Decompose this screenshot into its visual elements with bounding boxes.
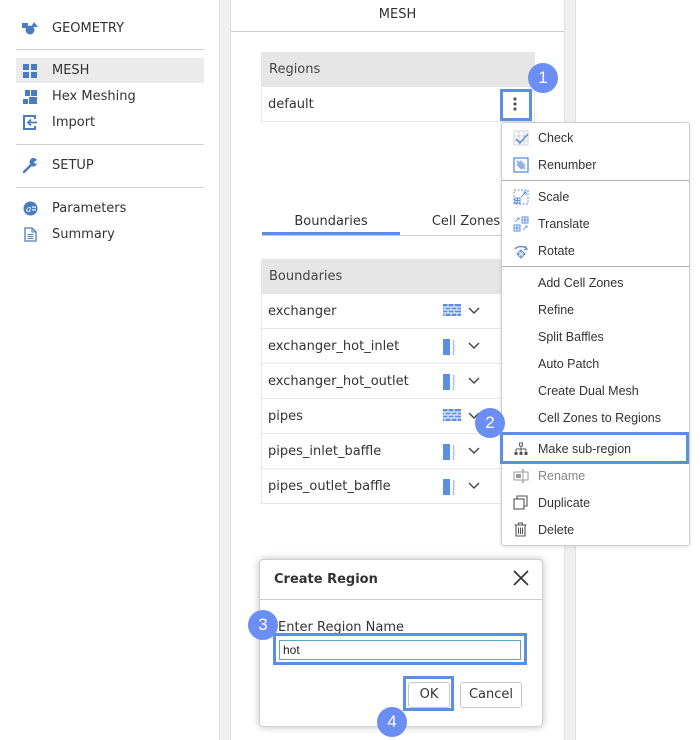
duplicate-icon xyxy=(512,494,529,511)
regions-header: Regions xyxy=(262,52,534,87)
sidebar-divider xyxy=(16,49,204,50)
chevron-down-icon[interactable] xyxy=(468,339,482,353)
context-menu: Check Renumber Scale Translate Rotate Ad… xyxy=(501,122,690,546)
chevron-down-icon[interactable] xyxy=(468,374,482,388)
step-badge-2: 2 xyxy=(475,408,505,438)
menu-item-check[interactable]: Check xyxy=(502,124,689,151)
grid-icon xyxy=(22,63,38,79)
tab-divider xyxy=(262,235,532,236)
sidebar-item-import[interactable]: Import xyxy=(16,110,204,135)
menu-item-scale[interactable]: Scale xyxy=(502,183,689,210)
parameters-icon: a xyxy=(22,201,38,217)
rotate-icon xyxy=(512,242,529,259)
menu-divider xyxy=(502,180,689,181)
menu-item-rename[interactable]: Rename xyxy=(502,462,689,489)
chevron-down-icon[interactable] xyxy=(468,304,482,318)
wall-icon xyxy=(443,304,461,318)
boundary-name: pipes_inlet_baffle xyxy=(268,443,382,459)
menu-item-auto-patch[interactable]: Auto Patch xyxy=(502,350,689,377)
cancel-button[interactable]: Cancel xyxy=(460,682,522,708)
boundary-name: exchanger_hot_inlet xyxy=(268,338,400,354)
translate-icon xyxy=(512,215,529,232)
chevron-down-icon[interactable] xyxy=(468,479,482,493)
dialog-title: Create Region xyxy=(274,572,378,587)
menu-item-cell-zones-to-regions[interactable]: Cell Zones to Regions xyxy=(502,404,689,431)
sidebar: GEOMETRY MESH Hex Meshing Import SETUP a… xyxy=(0,0,219,740)
region-row[interactable]: default xyxy=(262,87,534,122)
chevron-down-icon[interactable] xyxy=(468,444,482,458)
menu-divider xyxy=(502,266,689,267)
document-icon xyxy=(22,227,38,243)
step-2-highlight xyxy=(500,432,689,464)
sidebar-item-geometry[interactable]: GEOMETRY xyxy=(16,16,204,41)
svg-text:a: a xyxy=(26,205,31,215)
boundary-row[interactable]: pipes_inlet_baffle xyxy=(262,434,534,469)
scale-icon xyxy=(512,188,529,205)
step-1-highlight xyxy=(500,89,532,121)
boundaries-table: Boundaries exchanger exchanger_hot_inlete… xyxy=(261,259,535,504)
menu-item-create-dual-mesh[interactable]: Create Dual Mesh xyxy=(502,377,689,404)
hex-mesh-icon xyxy=(22,89,38,105)
sidebar-divider xyxy=(16,144,204,145)
step-4-highlight xyxy=(403,676,454,711)
wall-icon xyxy=(443,409,461,423)
boundary-row[interactable]: exchanger xyxy=(262,294,534,329)
sidebar-item-label: Hex Meshing xyxy=(52,89,136,104)
boundary-row[interactable]: pipes_outlet_baffle xyxy=(262,469,534,504)
sidebar-item-parameters[interactable]: a Parameters xyxy=(16,196,204,221)
panel-title: MESH xyxy=(231,0,564,32)
sidebar-item-label: MESH xyxy=(52,63,90,78)
shapes-icon xyxy=(22,21,38,37)
menu-item-add-cell-zones[interactable]: Add Cell Zones xyxy=(502,269,689,296)
wrench-icon xyxy=(22,158,38,174)
sidebar-item-label: GEOMETRY xyxy=(52,21,125,36)
sidebar-item-label: SETUP xyxy=(52,158,94,173)
menu-item-split-baffles[interactable]: Split Baffles xyxy=(502,323,689,350)
rename-icon xyxy=(512,467,529,484)
sidebar-item-label: Import xyxy=(52,115,96,130)
step-badge-4: 4 xyxy=(377,707,407,737)
boundary-name: exchanger xyxy=(268,303,337,319)
sidebar-item-mesh[interactable]: MESH xyxy=(16,58,204,83)
regions-table: Regions default xyxy=(261,52,535,122)
boundaries-header: Boundaries xyxy=(262,259,534,294)
boundary-name: exchanger_hot_outlet xyxy=(268,373,409,389)
patch-icon xyxy=(443,479,461,496)
sidebar-item-setup[interactable]: SETUP xyxy=(16,153,204,178)
sidebar-item-hex-meshing[interactable]: Hex Meshing xyxy=(16,84,204,109)
step-badge-1: 1 xyxy=(528,63,558,93)
menu-item-duplicate[interactable]: Duplicate xyxy=(502,489,689,516)
sidebar-divider xyxy=(16,187,204,188)
boundary-row[interactable]: exchanger_hot_inlet xyxy=(262,329,534,364)
region-name: default xyxy=(268,96,314,112)
menu-item-delete[interactable]: Delete xyxy=(502,516,689,543)
boundary-row[interactable]: exchanger_hot_outlet xyxy=(262,364,534,399)
close-icon[interactable] xyxy=(511,568,531,588)
step-badge-3: 3 xyxy=(248,610,278,640)
renumber-icon xyxy=(512,156,529,173)
sidebar-item-label: Parameters xyxy=(52,201,127,216)
trash-icon xyxy=(512,521,529,538)
patch-icon xyxy=(443,444,461,461)
sidebar-item-summary[interactable]: Summary xyxy=(16,222,204,247)
tab-boundaries[interactable]: Boundaries xyxy=(262,205,400,235)
menu-item-renumber[interactable]: Renumber xyxy=(502,151,689,178)
patch-icon xyxy=(443,374,461,391)
tab-bar: Boundaries Cell Zones xyxy=(262,205,532,236)
panel-gutter-left xyxy=(219,0,231,740)
dialog-divider xyxy=(260,599,542,600)
menu-item-translate[interactable]: Translate xyxy=(502,210,689,237)
import-icon xyxy=(22,115,38,131)
boundary-name: pipes_outlet_baffle xyxy=(268,478,391,494)
sidebar-item-label: Summary xyxy=(52,227,115,242)
menu-item-rotate[interactable]: Rotate xyxy=(502,237,689,264)
check-icon xyxy=(512,129,529,146)
patch-icon xyxy=(443,339,461,356)
menu-item-refine[interactable]: Refine xyxy=(502,296,689,323)
step-3-highlight xyxy=(273,633,527,665)
